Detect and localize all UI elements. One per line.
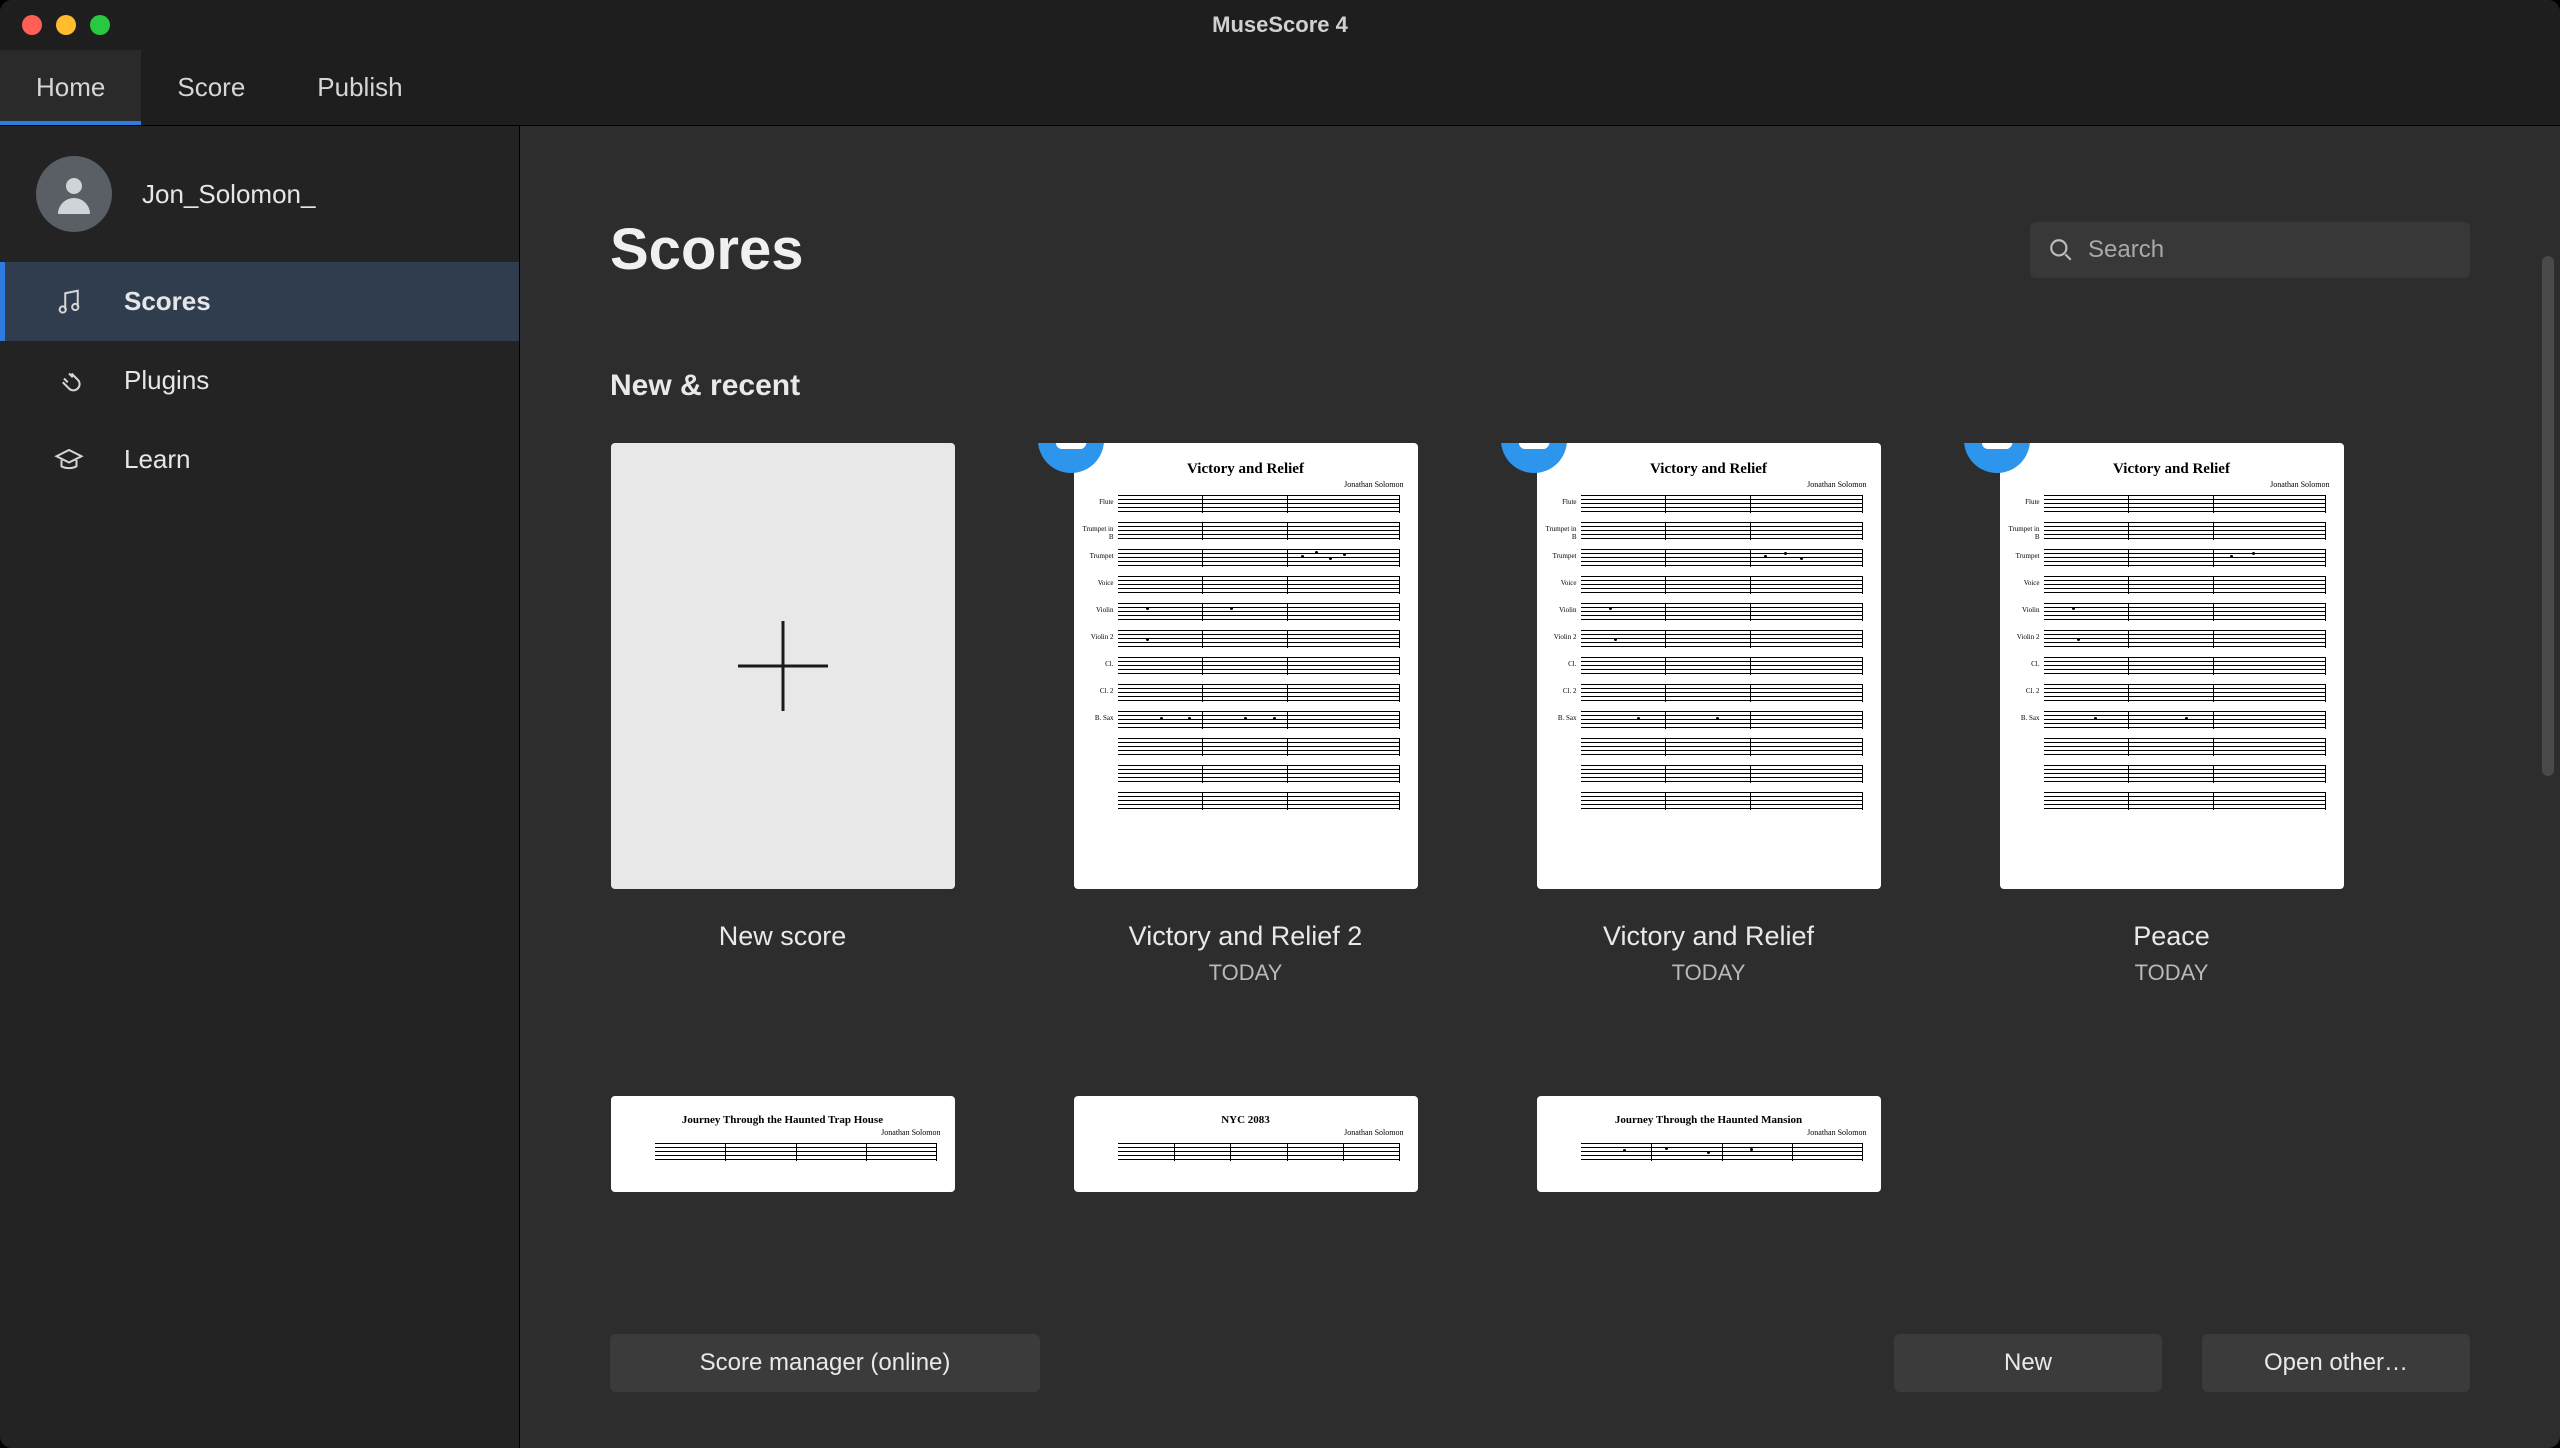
tab-score[interactable]: Score xyxy=(141,50,281,125)
scores-grid: New score Victory and Relief Jonathan So… xyxy=(520,443,2560,1192)
score-card[interactable]: Journey Through the Haunted Mansion Jona… xyxy=(1536,1096,1881,1192)
score-manager-button[interactable]: Score manager (online) xyxy=(610,1334,1040,1392)
content-area: Scores New & recent N xyxy=(520,126,2560,1448)
sidebar-item-scores[interactable]: Scores xyxy=(0,262,519,341)
sheet-author: Jonathan Solomon xyxy=(611,1128,955,1137)
score-thumb: Journey Through the Haunted Trap House J… xyxy=(611,1096,955,1192)
sheet-title: Victory and Relief xyxy=(1537,461,1881,478)
staff-block: Flute Trumpet in B Trumpet Voice Violin … xyxy=(2000,489,2344,889)
open-other-button[interactable]: Open other… xyxy=(2202,1334,2470,1392)
score-date: TODAY xyxy=(1209,960,1283,986)
tabbar: Home Score Publish xyxy=(0,50,2560,126)
sheet-author: Jonathan Solomon xyxy=(1074,480,1418,489)
window-title: MuseScore 4 xyxy=(0,12,2560,38)
plug-icon xyxy=(54,366,84,396)
tab-label: Publish xyxy=(317,72,402,103)
maximize-window-button[interactable] xyxy=(90,15,110,35)
score-card-new[interactable]: New score xyxy=(610,443,955,986)
tab-home[interactable]: Home xyxy=(0,50,141,125)
close-window-button[interactable] xyxy=(22,15,42,35)
app-window: MuseScore 4 Home Score Publish Jon_Solom… xyxy=(0,0,2560,1448)
sheet-title: Journey Through the Haunted Mansion xyxy=(1537,1114,1881,1126)
score-thumb: Journey Through the Haunted Mansion Jona… xyxy=(1537,1096,1881,1192)
search-icon xyxy=(2048,237,2074,263)
staff-block: Flute Trumpet in B Trumpet Voice Violin … xyxy=(1074,489,1418,889)
score-card[interactable]: Victory and Relief Jonathan Solomon Flut… xyxy=(1073,443,1418,986)
tab-label: Score xyxy=(177,72,245,103)
score-card[interactable]: NYC 2083 Jonathan Solomon xyxy=(1073,1096,1418,1192)
sidebar: Jon_Solomon_ Scores Plugins Learn xyxy=(0,126,520,1448)
minimize-window-button[interactable] xyxy=(56,15,76,35)
header-row: Scores xyxy=(520,126,2560,283)
bottom-bar: Score manager (online) New Open other… xyxy=(610,1334,2470,1392)
score-thumb: NYC 2083 Jonathan Solomon xyxy=(1074,1096,1418,1192)
avatar xyxy=(36,156,112,232)
page-title: Scores xyxy=(610,216,803,283)
music-note-icon xyxy=(54,287,84,317)
score-title: Victory and Relief xyxy=(1603,921,1814,952)
user-icon xyxy=(50,170,98,218)
new-button[interactable]: New xyxy=(1894,1334,2162,1392)
main-area: Jon_Solomon_ Scores Plugins Learn xyxy=(0,126,2560,1448)
sheet-title: Victory and Relief xyxy=(1074,461,1418,478)
tab-publish[interactable]: Publish xyxy=(281,50,438,125)
sheet-title: Journey Through the Haunted Trap House xyxy=(611,1114,955,1126)
score-title: Victory and Relief 2 xyxy=(1129,921,1363,952)
search-input[interactable] xyxy=(2088,236,2452,264)
sidebar-item-plugins[interactable]: Plugins xyxy=(0,341,519,420)
user-name: Jon_Solomon_ xyxy=(142,179,315,210)
score-card[interactable]: Victory and Relief Jonathan Solomon Flut… xyxy=(1999,443,2344,986)
score-date: TODAY xyxy=(1672,960,1746,986)
sheet-author: Jonathan Solomon xyxy=(1537,1128,1881,1137)
sidebar-user[interactable]: Jon_Solomon_ xyxy=(0,126,519,262)
staff-block: Flute Trumpet in B Trumpet Voice Violin … xyxy=(1537,489,1881,889)
score-title: Peace xyxy=(2133,921,2210,952)
sheet-author: Jonathan Solomon xyxy=(2000,480,2344,489)
scores-scroll: New score Victory and Relief Jonathan So… xyxy=(520,443,2560,1448)
scrollbar[interactable] xyxy=(2542,256,2554,776)
sidebar-item-label: Learn xyxy=(124,444,191,475)
right-buttons: New Open other… xyxy=(1894,1334,2470,1392)
sheet-author: Jonathan Solomon xyxy=(1537,480,1881,489)
search-box[interactable] xyxy=(2030,222,2470,278)
section-title: New & recent xyxy=(520,283,2560,403)
graduation-icon xyxy=(54,445,84,475)
score-date: TODAY xyxy=(2135,960,2209,986)
tab-label: Home xyxy=(36,72,105,103)
score-thumb: Victory and Relief Jonathan Solomon Flut… xyxy=(1537,443,1881,889)
score-card[interactable]: Victory and Relief Jonathan Solomon Flut… xyxy=(1536,443,1881,986)
sidebar-item-label: Plugins xyxy=(124,365,209,396)
sheet-title: Victory and Relief xyxy=(2000,461,2344,478)
traffic-lights xyxy=(0,15,110,35)
score-title: New score xyxy=(719,921,847,952)
sidebar-item-label: Scores xyxy=(124,286,211,317)
score-card[interactable]: Journey Through the Haunted Trap House J… xyxy=(610,1096,955,1192)
score-thumb: Victory and Relief Jonathan Solomon Flut… xyxy=(2000,443,2344,889)
sheet-title: NYC 2083 xyxy=(1074,1114,1418,1126)
new-score-thumb xyxy=(611,443,955,889)
score-thumb: Victory and Relief Jonathan Solomon Flut… xyxy=(1074,443,1418,889)
sidebar-item-learn[interactable]: Learn xyxy=(0,420,519,499)
plus-icon xyxy=(738,621,828,711)
sheet-author: Jonathan Solomon xyxy=(1074,1128,1418,1137)
titlebar: MuseScore 4 xyxy=(0,0,2560,50)
